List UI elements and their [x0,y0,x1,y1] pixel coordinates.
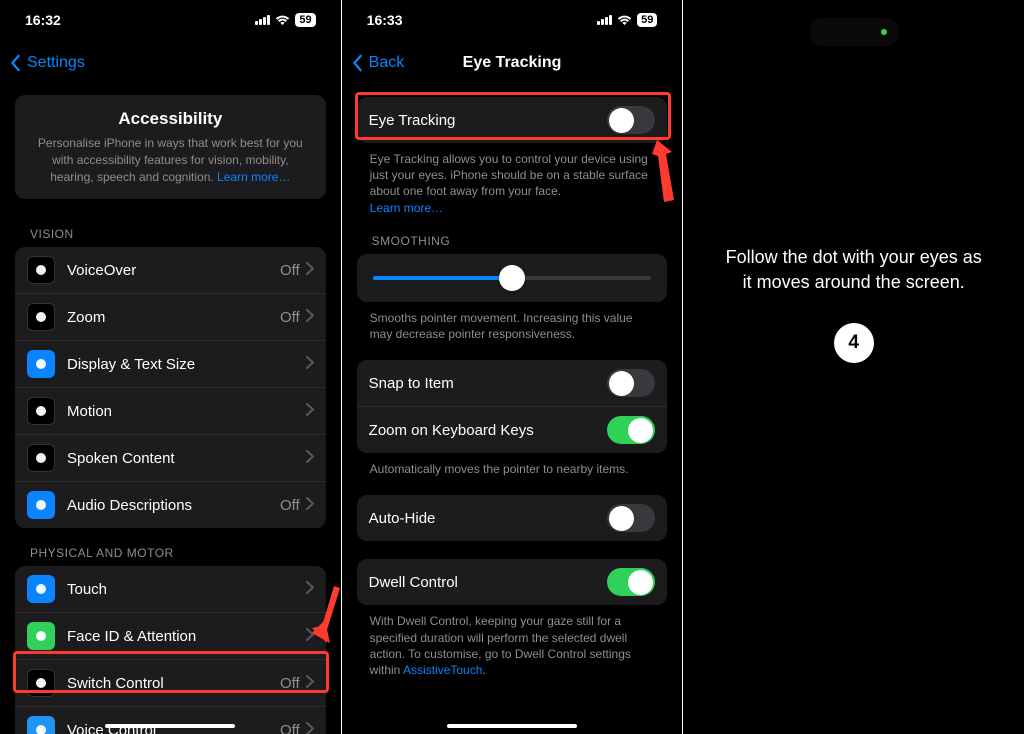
learn-more-link[interactable]: Learn more… [217,170,290,184]
section-header: VISION [0,209,341,247]
calibration-instruction: Follow the dot with your eyes as it move… [723,245,984,295]
accessibility-settings-screen: 16:32 59 Settings Accessibility Personal… [0,0,341,734]
dwell-desc: With Dwell Control, keeping your gaze st… [342,605,683,678]
row-label: Touch [67,581,306,598]
dwell-toggle[interactable] [607,568,655,596]
card-title: Accessibility [29,109,312,129]
dynamic-island [809,18,899,46]
row-label: Audio Descriptions [67,497,280,514]
zoom-keyboard-row[interactable]: Zoom on Keyboard Keys [357,407,668,453]
settings-row-voiceover[interactable]: VoiceOverOff [15,247,326,294]
status-bar: 16:33 59 [342,0,683,40]
row-value: Off [280,497,300,514]
home-indicator[interactable] [447,724,577,728]
eye-tracking-desc: Eye Tracking allows you to control your … [342,143,683,216]
status-bar: 16:32 59 [0,0,341,40]
back-label: Back [369,54,405,72]
annotation-highlight [355,92,671,140]
auto-hide-row[interactable]: Auto-Hide [357,495,668,541]
chevron-right-icon [306,450,314,467]
clock: 16:33 [367,12,403,28]
audio-descriptions-icon [27,491,55,519]
camera-active-indicator-icon [881,29,887,35]
spoken-content-icon [27,444,55,472]
slider-thumb[interactable] [499,265,525,291]
back-button[interactable]: Settings [10,54,85,72]
back-label: Settings [27,54,85,72]
snap-to-item-row[interactable]: Snap to Item [357,360,668,407]
nav-bar: Back Eye Tracking [342,40,683,85]
battery-indicator: 59 [295,13,315,27]
settings-row-audio-descriptions[interactable]: Audio DescriptionsOff [15,482,326,528]
row-value: Off [280,309,300,326]
snap-desc: Automatically moves the pointer to nearb… [342,453,683,477]
faceid-icon [27,622,55,650]
voice-control-icon [27,716,55,734]
eye-tracking-calibration-screen: Follow the dot with your eyes as it move… [683,0,1024,734]
chevron-right-icon [306,722,314,734]
wifi-icon [275,15,290,26]
section-header-smoothing: SMOOTHING [342,216,683,254]
motion-icon [27,397,55,425]
row-label: Display & Text Size [67,356,306,373]
zoom-keyboard-toggle[interactable] [607,416,655,444]
row-value: Off [280,262,300,279]
auto-hide-toggle[interactable] [607,504,655,532]
settings-row-voice-control[interactable]: Voice ControlOff [15,707,326,734]
countdown-badge: 4 [834,323,874,363]
settings-row-zoom[interactable]: ZoomOff [15,294,326,341]
row-label: VoiceOver [67,262,280,279]
voiceover-icon [27,256,55,284]
chevron-right-icon [306,309,314,326]
row-label: Dwell Control [369,574,608,591]
assistivetouch-link[interactable]: AssistiveTouch [403,663,482,677]
eye-tracking-settings-screen: 16:33 59 Back Eye Tracking Eye Tracking … [342,0,683,734]
chevron-left-icon [352,54,364,72]
card-desc: Personalise iPhone in ways that work bes… [29,135,312,185]
cellular-signal-icon [597,15,612,25]
row-label: Zoom [67,309,280,326]
row-label: Motion [67,403,306,420]
row-value: Off [280,722,300,734]
smoothing-slider[interactable] [373,276,652,280]
chevron-left-icon [10,54,22,72]
settings-row-motion[interactable]: Motion [15,388,326,435]
wifi-icon [617,15,632,26]
touch-icon [27,575,55,603]
section-header: PHYSICAL AND MOTOR [0,528,341,566]
back-button[interactable]: Back [352,54,405,72]
battery-indicator: 59 [637,13,657,27]
row-label: Snap to Item [369,375,608,392]
display-text-size-icon [27,350,55,378]
cellular-signal-icon [255,15,270,25]
row-label: Auto-Hide [369,510,608,527]
row-label: Spoken Content [67,450,306,467]
annotation-arrow [312,558,341,643]
chevron-right-icon [306,356,314,373]
row-label: Face ID & Attention [67,628,306,645]
settings-row-display-text-size[interactable]: Display & Text Size [15,341,326,388]
smoothing-slider-row [357,254,668,302]
clock: 16:32 [25,12,61,28]
home-indicator[interactable] [105,724,235,728]
smoothing-desc: Smooths pointer movement. Increasing thi… [342,302,683,342]
accessibility-intro-card: Accessibility Personalise iPhone in ways… [15,95,326,199]
learn-more-link[interactable]: Learn more… [370,201,443,215]
annotation-arrow [652,140,680,210]
settings-row-spoken-content[interactable]: Spoken Content [15,435,326,482]
snap-toggle[interactable] [607,369,655,397]
annotation-highlight [13,651,329,693]
chevron-right-icon [306,262,314,279]
chevron-right-icon [306,403,314,420]
row-label: Zoom on Keyboard Keys [369,422,608,439]
settings-row-touch[interactable]: Touch [15,566,326,613]
zoom-icon [27,303,55,331]
chevron-right-icon [306,497,314,514]
dwell-control-row[interactable]: Dwell Control [357,559,668,605]
nav-bar: Settings [0,40,341,85]
